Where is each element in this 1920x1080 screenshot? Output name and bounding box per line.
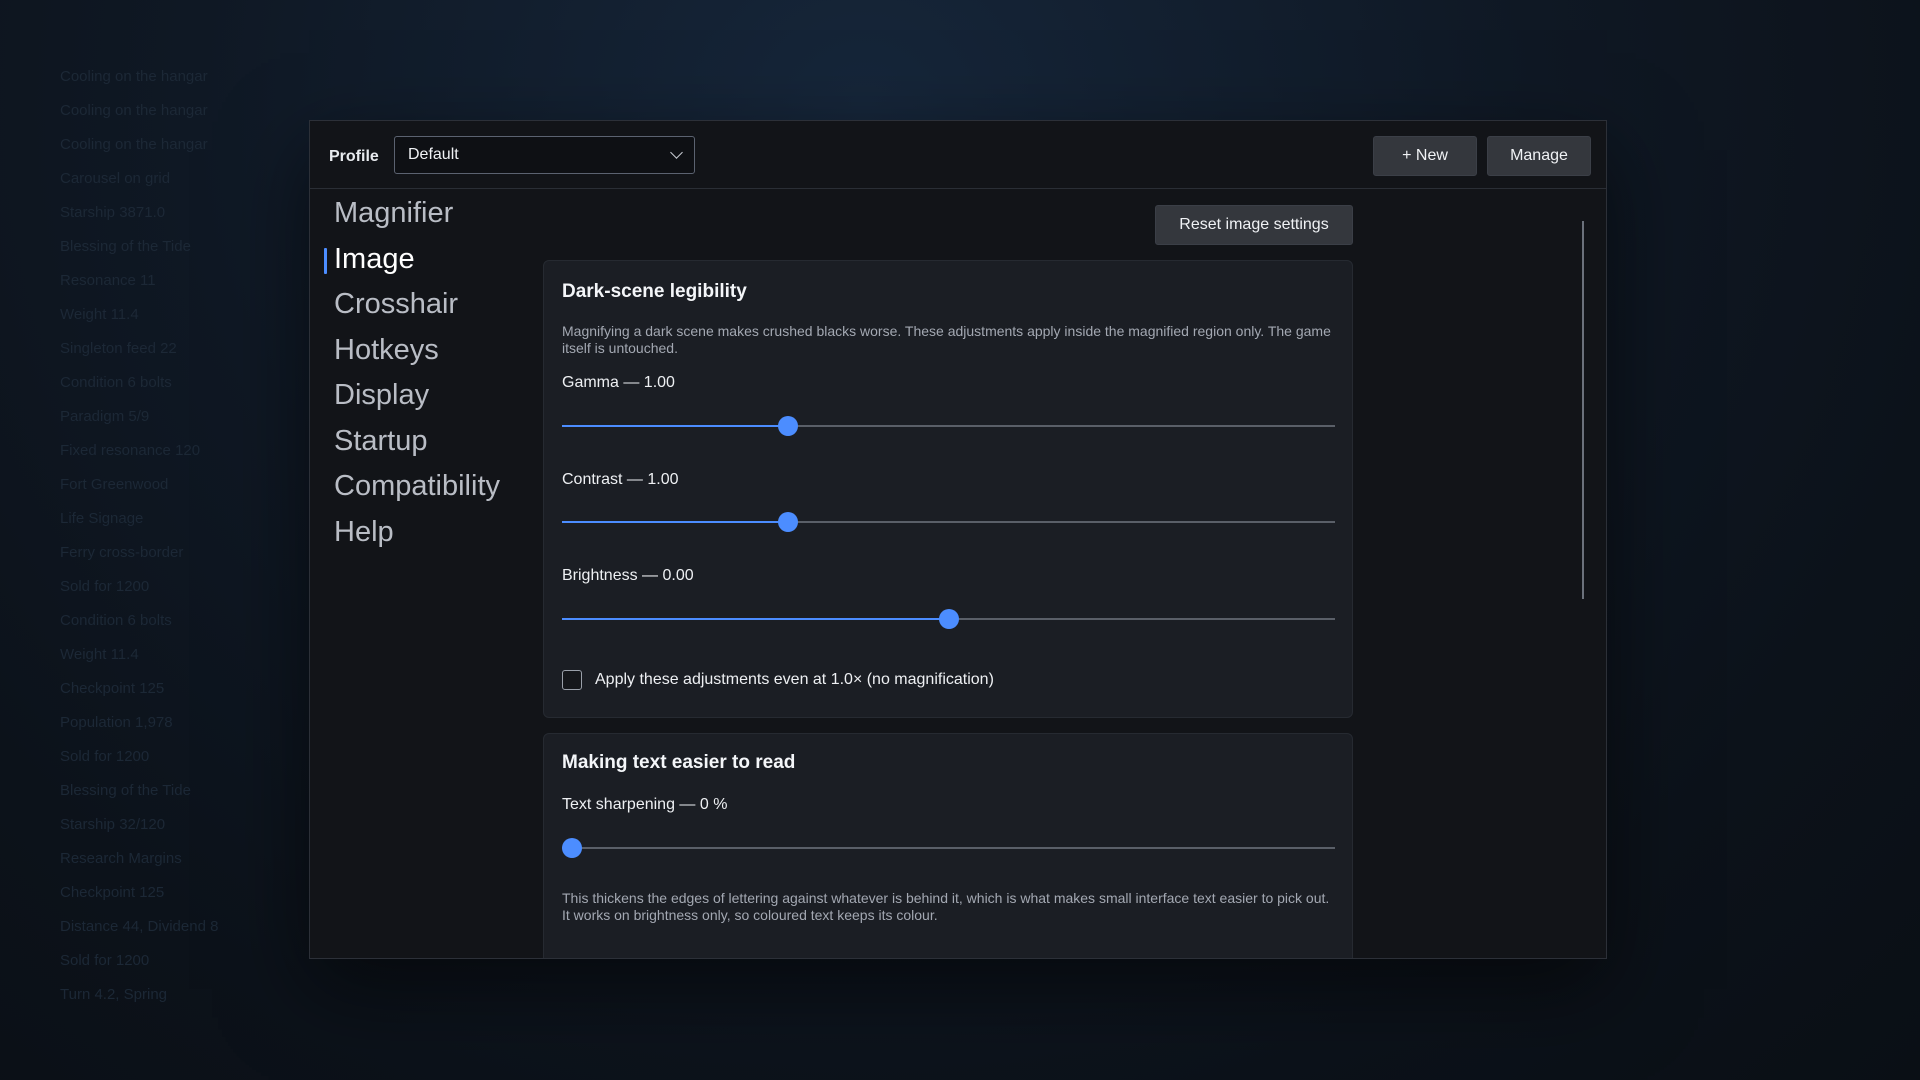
background-list-item: Research Margins <box>60 850 182 867</box>
background-list-item: Ferry cross-border <box>60 544 184 561</box>
chevron-down-icon <box>670 146 683 159</box>
profile-bar: Profile Default + New Manage <box>310 121 1606 189</box>
background-list-item: Life Signage <box>60 510 144 527</box>
active-nav-indicator <box>324 248 327 274</box>
background-list-item: Condition 6 bolts <box>60 374 172 391</box>
slider-track <box>562 847 1335 849</box>
background-list-item: Cooling on the hangar <box>60 102 208 119</box>
background-list-item: Checkpoint 125 <box>60 884 165 901</box>
new-profile-button[interactable]: + New <box>1373 136 1477 176</box>
profile-label: Profile <box>329 148 379 165</box>
scrollbar[interactable] <box>1582 221 1584 599</box>
slider-thumb[interactable] <box>778 512 799 532</box>
text-sharpening-label: Text sharpening — 0 % <box>562 796 728 813</box>
nav-item-hotkeys[interactable]: Hotkeys <box>334 334 439 367</box>
background-list-item: Sold for 1200 <box>60 578 150 595</box>
nav-item-startup[interactable]: Startup <box>334 425 428 458</box>
slider-fill <box>562 618 949 620</box>
nav-item-image[interactable]: Image <box>334 243 415 276</box>
profile-dropdown-value: Default <box>408 146 459 163</box>
manage-profiles-button[interactable]: Manage <box>1487 136 1591 176</box>
slider-thumb[interactable] <box>778 416 799 436</box>
nav-item-help[interactable]: Help <box>334 516 394 549</box>
background-list-item: Cooling on the hangar <box>60 136 208 153</box>
background-list-item: Turn 4.2, Spring <box>60 986 167 1003</box>
slider-thumb[interactable] <box>938 609 959 629</box>
background-list-item: Fixed resonance 120 <box>60 442 201 459</box>
contrast-slider[interactable] <box>562 511 1335 533</box>
background-list-item: Blessing of the Tide <box>60 238 191 255</box>
slider-thumb[interactable] <box>562 838 582 858</box>
background-list-item: Population 1,978 <box>60 714 173 731</box>
nav-item-display[interactable]: Display <box>334 379 429 412</box>
gamma-slider[interactable] <box>562 415 1335 437</box>
slider-fill <box>562 521 789 523</box>
background-list-item: Sold for 1200 <box>60 748 150 765</box>
nav-item-crosshair[interactable]: Crosshair <box>334 288 458 321</box>
brightness-label: Brightness — 0.00 <box>562 567 694 584</box>
background-list-item: Sold for 1200 <box>60 952 150 969</box>
background-list-item: Singleton feed 22 <box>60 340 177 357</box>
background-list-item: Distance 44, Dividend 8 <box>60 918 219 935</box>
text-sharpening-slider[interactable] <box>562 837 1335 859</box>
apply-at-1x-label[interactable]: Apply these adjustments even at 1.0× (no… <box>595 671 994 689</box>
background-list-item: Weight 11.4 <box>60 646 139 663</box>
contrast-label: Contrast — 1.00 <box>562 471 679 488</box>
brightness-slider[interactable] <box>562 608 1335 630</box>
background-list-item: Cooling on the hangar <box>60 68 208 85</box>
background-list-item: Paradigm 5/9 <box>60 408 150 425</box>
text-sharpening-description: This thickens the edges of lettering aga… <box>562 890 1330 923</box>
dark-scene-title: Dark-scene legibility <box>562 281 747 302</box>
settings-window: Profile Default + New Manage Magnifier I… <box>309 120 1607 959</box>
background-list-item: Weight 11.4 <box>60 306 139 323</box>
text-readability-card: Making text easier to read Text sharpeni… <box>543 733 1353 958</box>
nav-item-magnifier[interactable]: Magnifier <box>334 197 453 230</box>
background-list-item: Starship 3871.0 <box>60 204 166 221</box>
dark-scene-description: Magnifying a dark scene makes crushed bl… <box>562 323 1331 356</box>
background-list-item: Carousel on grid <box>60 170 171 187</box>
reset-image-settings-button[interactable]: Reset image settings <box>1155 205 1353 245</box>
gamma-label: Gamma — 1.00 <box>562 374 675 391</box>
profile-dropdown[interactable]: Default <box>394 136 695 174</box>
background-list: Cooling on the hangar Cooling on the hang… <box>60 60 260 1012</box>
background-list-item: Resonance 11 <box>60 272 156 289</box>
background-list-item: Starship 32/120 <box>60 816 166 833</box>
text-readability-title: Making text easier to read <box>562 752 796 773</box>
background-list-item: Blessing of the Tide <box>60 782 191 799</box>
background-list-item: Checkpoint 125 <box>60 680 165 697</box>
nav-item-compatibility[interactable]: Compatibility <box>334 470 500 503</box>
dark-scene-card: Dark-scene legibility Magnifying a dark … <box>543 260 1353 718</box>
apply-at-1x-checkbox[interactable] <box>562 670 582 690</box>
background-list-item: Condition 6 bolts <box>60 612 172 629</box>
slider-fill <box>562 425 789 427</box>
background-list-item: Fort Greenwood <box>60 476 169 493</box>
